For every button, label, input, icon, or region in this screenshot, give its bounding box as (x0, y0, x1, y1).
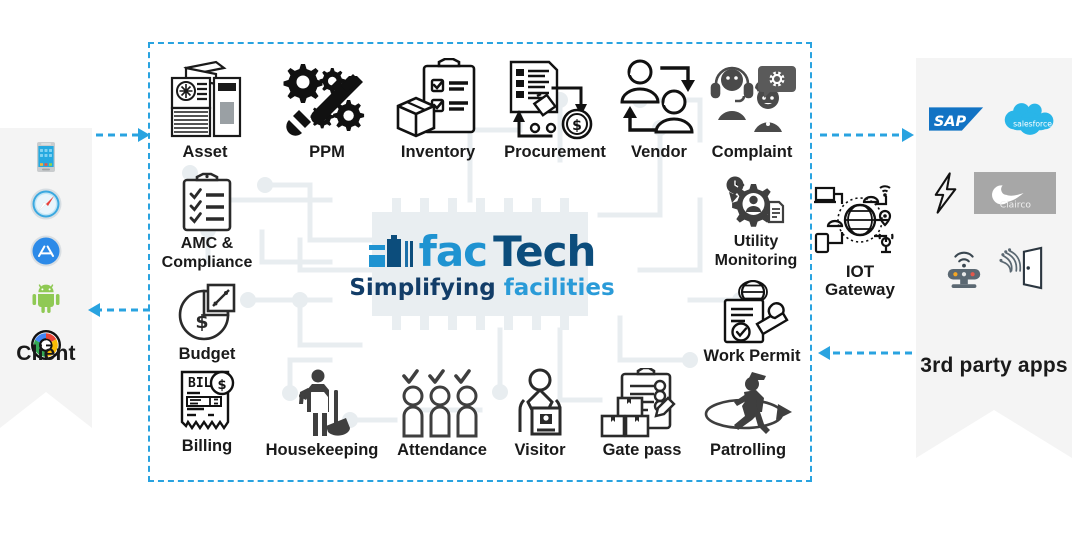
factech-wordmark: fac Tech (368, 226, 596, 276)
module-gate-pass[interactable]: Gate pass (590, 368, 694, 459)
client-icon-list (0, 140, 92, 362)
client-banner: Client (0, 128, 92, 428)
third-party-row: SAP salesforce (916, 98, 1072, 145)
module-amc-compliance[interactable]: AMC & Compliance (155, 172, 259, 271)
module-complaint[interactable]: Complaint (700, 58, 804, 161)
third-party-banner: SAP salesforce Clairco 3rd party apps (916, 58, 1072, 458)
arrow-platform-to-client (88, 303, 150, 317)
svg-text:$: $ (572, 118, 582, 134)
mobile-phone-icon (29, 140, 63, 174)
module-work-permit[interactable]: Work Permit (700, 280, 804, 365)
iot-network-icon (812, 182, 908, 263)
third-party-row: Clairco (916, 171, 1072, 220)
safari-browser-icon (29, 187, 63, 221)
module-housekeeping[interactable]: Housekeeping (266, 368, 378, 459)
clipboard-parcels-icon (596, 368, 688, 440)
clairco-logo: Clairco (974, 172, 1056, 219)
module-label-line-2: Monitoring (714, 251, 798, 269)
factech-logo: fac Tech Simplifying facilities (340, 222, 624, 308)
module-label: Visitor (514, 441, 566, 459)
gear-user-document-icon (721, 176, 791, 232)
cleaner-broom-icon (286, 368, 358, 440)
third-party-row (916, 246, 1072, 295)
module-label: Work Permit (703, 347, 801, 365)
diagram-canvas: Client SAP salesforce Clairco 3rd party … (0, 0, 1072, 560)
salesforce-logo: salesforce (1001, 98, 1059, 145)
arrow-thirdparty-to-platform (818, 346, 912, 360)
three-people-checks-icon (400, 368, 484, 440)
module-asset[interactable]: Asset (153, 58, 257, 161)
iot-gateway-label-line-2: Gateway (825, 279, 895, 299)
module-label: Housekeeping (265, 441, 379, 459)
visitor-badge-icon (508, 368, 572, 440)
iot-gateway-label-line-1: IOT (845, 262, 875, 281)
module-label: Attendance (397, 441, 487, 459)
module-attendance[interactable]: Attendance (390, 368, 494, 459)
svg-text:salesforce: salesforce (1013, 119, 1052, 128)
module-label: Vendor (631, 143, 687, 161)
clipboard-checklist-icon (176, 172, 238, 234)
arrow-client-to-platform (96, 128, 150, 142)
arrow-platform-to-thirdparty (820, 128, 914, 142)
module-procurement[interactable]: $ Procurement (503, 58, 607, 161)
support-agents-icon (706, 58, 798, 142)
permit-stamp-globe-icon (713, 280, 791, 346)
module-label: Gate pass (602, 441, 682, 459)
module-ppm[interactable]: PPM (275, 58, 379, 161)
two-users-cycle-icon (612, 58, 706, 142)
sap-logo: SAP (929, 105, 987, 138)
module-label: Inventory (400, 143, 476, 161)
logo-tagline-part-2: facilities (503, 274, 615, 301)
energy-bolt-icon (932, 171, 960, 220)
module-label: Patrolling (709, 441, 787, 459)
logo-word-fac: fac (418, 226, 489, 276)
guard-patrol-icon (700, 368, 796, 440)
smart-access-door-icon (999, 246, 1045, 295)
module-label-line-1: AMC & (180, 235, 234, 252)
bill-receipt-icon: BILL $ (174, 368, 240, 436)
module-inventory[interactable]: Inventory (386, 58, 490, 161)
module-label-line-2: Compliance (161, 253, 253, 271)
iot-gateway-block[interactable]: IOT Gateway (806, 182, 914, 299)
module-utility-monitoring[interactable]: Utility Monitoring (704, 176, 808, 269)
third-party-icon-list: SAP salesforce Clairco (916, 98, 1072, 295)
app-store-icon (29, 234, 63, 268)
clipboard-box-icon (394, 58, 482, 142)
svg-text:SAP: SAP (934, 114, 967, 130)
document-cart-coin-icon: $ (505, 58, 605, 142)
factech-building-mark (368, 234, 413, 267)
module-label: PPM (309, 143, 345, 161)
logo-word-tech: Tech (493, 226, 596, 276)
module-patrolling[interactable]: Patrolling (696, 368, 800, 459)
module-label-line-1: Utility (733, 233, 779, 250)
svg-text:$: $ (217, 378, 226, 393)
iot-sensor-icon (943, 246, 985, 295)
svg-text:Clairco: Clairco (1000, 200, 1032, 210)
logo-tagline: Simplifying facilities (349, 274, 615, 301)
client-banner-label: Client (16, 342, 76, 365)
svg-text:$: $ (195, 311, 208, 333)
module-label: Billing (181, 437, 233, 455)
pie-chart-dollar-icon: $ (176, 282, 238, 344)
module-label: Procurement (504, 143, 606, 161)
android-icon (29, 281, 63, 315)
server-machinery-icon (164, 58, 246, 142)
module-budget[interactable]: $ Budget (155, 282, 259, 363)
logo-tagline-part-1: Simplifying (349, 274, 496, 301)
gears-wrench-icon (281, 58, 373, 142)
module-billing[interactable]: BILL $ Billing (155, 368, 259, 455)
third-party-banner-label: 3rd party apps (920, 354, 1068, 377)
module-visitor[interactable]: Visitor (494, 368, 586, 459)
module-vendor[interactable]: Vendor (607, 58, 711, 161)
module-label: Complaint (711, 143, 793, 161)
module-label: Budget (178, 345, 236, 363)
module-label: Asset (182, 143, 228, 161)
